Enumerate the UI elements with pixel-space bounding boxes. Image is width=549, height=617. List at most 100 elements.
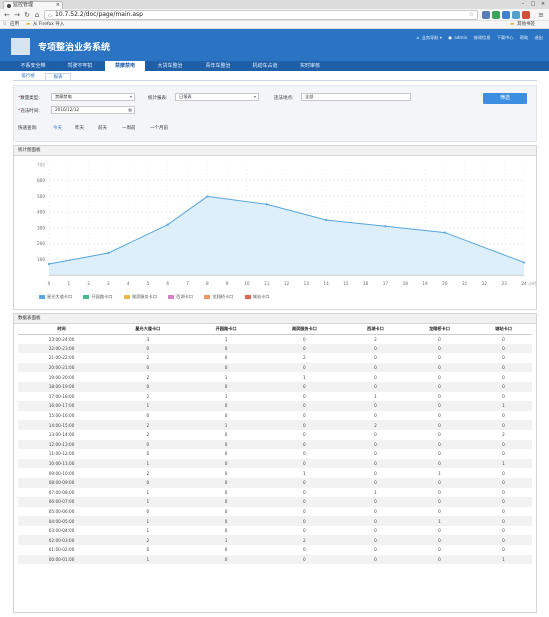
column-header: 湖滨服务卡口	[261, 325, 347, 335]
extension-green-icon[interactable]	[492, 11, 500, 19]
page-info-icon[interactable]: ◇	[48, 12, 52, 20]
search-button[interactable]: 筛选	[483, 93, 527, 104]
count-cell: 0	[475, 497, 532, 507]
address-bar[interactable]: ◇ 10.7.52.2/doc/page/main.asp ☆	[44, 10, 478, 20]
table-row: 00:00-01:00 1 0 0 0 0 1	[18, 554, 532, 565]
back-icon[interactable]: ←	[3, 10, 11, 20]
home-icon[interactable]: ⌂	[33, 10, 41, 20]
x-tick-label: 11	[264, 281, 270, 286]
time-cell: 09:00-10:00	[48, 470, 75, 476]
data-type-select[interactable]: 禁摩禁电 ▾	[51, 93, 135, 101]
count-cell: 0	[502, 413, 505, 419]
y-tick-label: 200	[37, 241, 45, 246]
count-cell: 1	[224, 336, 228, 342]
x-tick-label: 14	[323, 281, 329, 286]
close-window-icon[interactable]: ×	[538, 1, 548, 7]
count-cell: 1	[374, 393, 377, 399]
count-cell: 0	[438, 336, 441, 342]
minimize-icon[interactable]: –	[518, 1, 528, 7]
count-cell: 0	[346, 535, 404, 546]
time-label: *违法时间:	[18, 109, 40, 114]
browser-tab[interactable]: 监控管理 ×	[3, 1, 63, 9]
home-small-icon[interactable]: ⌂	[417, 35, 420, 40]
stat-type-select[interactable]: 日报表 ▾	[175, 93, 259, 101]
time-input[interactable]: 2016/12/12 ▦	[51, 106, 135, 114]
chart-panel: 统计图面板 100 200 300 400 500 600 700 0 1 2 3 4 5 6 7 8 9 10 1…	[13, 145, 537, 310]
forward-icon[interactable]: →	[13, 10, 21, 20]
table-row: 23:00-24:00 3 1 0 2 0 0	[18, 334, 532, 344]
series-point	[522, 261, 526, 264]
nav-tab-youth-vehicle[interactable]: 青年车整治	[196, 61, 240, 71]
header-link-nav[interactable]: 业务导航 ▾	[422, 35, 442, 40]
header-link-download[interactable]: 下载中心	[497, 35, 514, 40]
address-bar-url: 10.7.52.2/doc/page/main.asp	[55, 11, 143, 18]
count-cell: 2	[502, 432, 505, 438]
count-cell: 0	[302, 393, 306, 399]
header-link-profile[interactable]: 修改信息	[474, 35, 491, 40]
legend-item-0[interactable]: 星光大道卡口	[39, 294, 72, 299]
nav-tab-truck[interactable]: 大货车整治	[148, 61, 192, 71]
table-row: 08:00-09:00 0 0 0 0 0 0	[18, 477, 532, 488]
nav-tab-seatbelt[interactable]: 不系安全带	[13, 61, 53, 71]
header-link-help[interactable]: 帮助	[520, 35, 528, 40]
reload-icon[interactable]: ↻	[23, 10, 31, 20]
table-row: 12:00-13:00 0 0 0 0 0 0	[18, 439, 532, 450]
quick-day-before[interactable]: 前天	[98, 125, 107, 131]
count-cell: 0	[438, 508, 441, 514]
count-cell: 2	[374, 336, 377, 342]
close-tab-icon[interactable]: ×	[56, 2, 60, 9]
legend-item-1[interactable]: 开园路卡口	[83, 294, 112, 299]
legend-item-2[interactable]: 湖滨服务卡口	[123, 294, 157, 299]
extension-cyan-icon[interactable]	[512, 11, 520, 19]
quick-week-ago[interactable]: 一周前	[122, 125, 136, 131]
nav-tab-realtime-audit[interactable]: 实时审核	[291, 61, 329, 71]
count-cell: 0	[105, 362, 191, 373]
count-cell: 0	[105, 439, 191, 450]
time-cell: 08:00-09:00	[18, 477, 106, 488]
count-cell: 0	[374, 432, 377, 438]
location-input[interactable]: 全部	[301, 93, 411, 101]
legend-item-3[interactable]: 西湖卡口	[168, 294, 193, 299]
maximize-icon[interactable]: □	[528, 1, 538, 7]
quick-month-ago[interactable]: 一个月前	[150, 125, 168, 131]
time-cell: 23:00-24:00	[48, 336, 75, 342]
extension-red-icon[interactable]	[522, 11, 530, 19]
count-cell: 0	[346, 439, 404, 450]
x-tick-label: 9	[226, 281, 229, 286]
count-cell: 0	[403, 554, 476, 565]
bookmark-firefox-import[interactable]: 从 Firefox 导入	[33, 21, 64, 29]
count-cell: 0	[190, 343, 262, 354]
x-tick-label: 24	[521, 281, 527, 286]
system-logo	[11, 38, 30, 55]
extension-blue-icon[interactable]	[502, 11, 510, 19]
table-row: 02:00-03:00 2 1 2 0 0 0	[18, 535, 532, 546]
bookmark-star-icon[interactable]: ☆	[469, 11, 474, 19]
other-bookmarks[interactable]: 其他书签	[517, 21, 535, 29]
header-link-logout[interactable]: 退出	[535, 35, 543, 40]
count-cell: 1	[105, 554, 191, 565]
legend-item-4[interactable]: 龙翔桥卡口	[204, 294, 233, 299]
quick-today[interactable]: 今天	[53, 125, 62, 131]
legend-item-5[interactable]: 城站卡口	[244, 294, 269, 299]
bookmark-apps[interactable]: 应用	[10, 21, 19, 29]
nav-tab-driving[interactable]: 驾驶不牢扣	[58, 61, 102, 71]
series-point	[384, 225, 387, 228]
count-cell: 0	[346, 516, 404, 526]
count-cell: 0	[302, 489, 306, 495]
count-cell: 0	[475, 439, 532, 450]
browser-menu-icon[interactable]: ≡	[537, 10, 545, 20]
time-cell: 22:00-23:00	[18, 343, 106, 354]
calendar-icon: ▦	[128, 107, 132, 112]
legend-swatch-2	[123, 295, 130, 299]
nav-tab-motorcycle-ban[interactable]: 禁摩禁电	[105, 61, 145, 71]
apps-grid-icon[interactable]: ⠿	[3, 21, 6, 29]
column-header: 星光大道卡口	[105, 325, 191, 335]
chevron-down-icon: ▾	[129, 94, 132, 99]
count-cell: 0	[190, 497, 262, 507]
quick-yesterday[interactable]: 昨天	[75, 125, 84, 131]
count-cell: 0	[475, 381, 532, 392]
extension-mail-icon[interactable]	[482, 11, 490, 19]
count-cell: 0	[261, 477, 347, 488]
nav-tab-lane-occupy[interactable]: 机动车占道	[243, 61, 287, 71]
header-link-user[interactable]: admin	[454, 35, 467, 40]
